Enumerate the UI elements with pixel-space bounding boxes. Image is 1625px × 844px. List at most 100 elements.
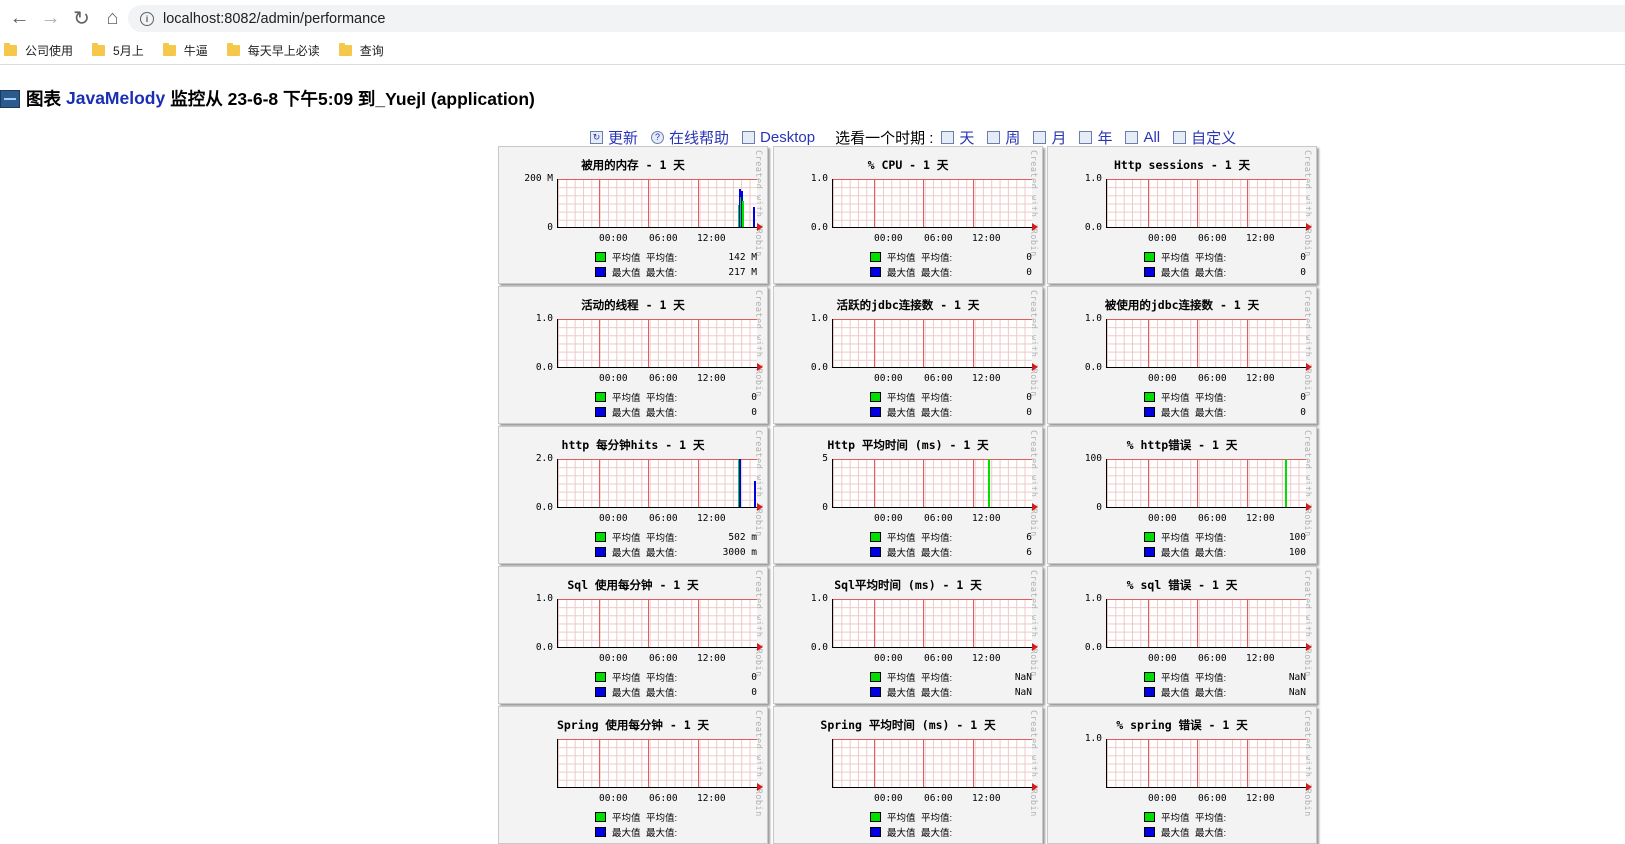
bookmark-folder[interactable]: 5月上	[92, 42, 144, 59]
grid-line	[833, 739, 1032, 740]
x-tick: 00:00	[1148, 653, 1177, 664]
chart-card[interactable]: % http错误 - 1 天 Created with JRobin 100 0 00:…	[1047, 426, 1317, 564]
back-icon[interactable]: ←	[4, 0, 35, 36]
chart-card[interactable]: % spring 错误 - 1 天 Created with JRobin 1.0 0…	[1047, 706, 1317, 844]
bookmark-folder[interactable]: 每天早上必读	[226, 42, 320, 59]
legend-stat: 最大值:	[1195, 548, 1227, 559]
legend-swatch	[1144, 672, 1155, 682]
chart-card[interactable]: http 每分钟hits - 1 天 Created with JRobin 2.0…	[498, 426, 768, 564]
reload-icon[interactable]: ↻	[66, 0, 97, 36]
legend-swatch	[1144, 547, 1155, 557]
address-bar[interactable]: i localhost:8082/admin/performance	[128, 5, 1625, 32]
x-tick: 00:00	[1148, 793, 1177, 804]
grid-line	[1148, 459, 1149, 507]
legend-stat: 最大值:	[646, 548, 678, 559]
grid-line	[558, 319, 757, 320]
grid-line	[923, 459, 924, 507]
folder-icon	[338, 42, 352, 56]
period-year[interactable]: 年	[1079, 127, 1112, 148]
grid-line	[874, 599, 875, 647]
period-week[interactable]: 周	[987, 127, 1020, 148]
grid-line	[973, 739, 974, 787]
chart-plot	[1106, 179, 1312, 231]
desktop-button[interactable]: Desktop	[742, 129, 815, 146]
chart-card[interactable]: 活跃的jdbc连接数 - 1 天 Created with JRobin 1.0 0.…	[773, 286, 1043, 424]
chart-card[interactable]: % sql 错误 - 1 天 Created with JRobin 1.0 0.0 0…	[1047, 566, 1317, 704]
refresh-button[interactable]: ↻ 更新	[590, 127, 638, 148]
legend-swatch	[595, 547, 606, 557]
chart-title: 活动的线程 - 1 天	[581, 298, 685, 312]
legend-name: 平均值	[887, 533, 916, 544]
forward-icon[interactable]: →	[35, 0, 66, 36]
legend-name: 平均值	[887, 393, 916, 404]
javamelody-link[interactable]: JavaMelody	[66, 88, 165, 109]
info-icon[interactable]: i	[140, 11, 154, 26]
legend-max: 最大值 最大值: 3000 m	[595, 545, 757, 559]
grid-line	[1197, 179, 1198, 227]
legend-max: 最大值 最大值: NaN	[1144, 685, 1306, 699]
chart-card[interactable]: Sql平均时间 (ms) - 1 天 Created with JRobin 1.0…	[773, 566, 1043, 704]
bookmark-folder[interactable]: 公司使用	[4, 42, 73, 59]
grid-line	[874, 739, 875, 787]
chart-title: Sql 使用每分钟 - 1 天	[567, 578, 699, 592]
legend-value: NaN	[1288, 686, 1306, 698]
legend-mean: 平均值 平均值: 502 m	[595, 530, 757, 544]
chart-card[interactable]: Http sessions - 1 天 Created with JRobin 1.…	[1047, 146, 1317, 284]
legend-swatch	[595, 827, 606, 837]
chart-card[interactable]: 活动的线程 - 1 天 Created with JRobin 1.0 0.0 00:0…	[498, 286, 768, 424]
chart-card[interactable]: Sql 使用每分钟 - 1 天 Created with JRobin 1.0 0.0…	[498, 566, 768, 704]
chart-card[interactable]: Http 平均时间 (ms) - 1 天 Created with JRobin 5…	[773, 426, 1043, 564]
period-day[interactable]: 天	[941, 127, 974, 148]
x-tick: 06:00	[1198, 513, 1227, 524]
x-tick: 12:00	[972, 793, 1001, 804]
y-tick-max: 1.0	[1084, 733, 1102, 744]
legend-value: 0	[1026, 406, 1032, 418]
legend-value: 0	[751, 671, 757, 683]
calendar-icon	[987, 131, 1001, 144]
period-label-week: 周	[1005, 130, 1021, 147]
chart-plot	[832, 739, 1038, 791]
legend-swatch	[1144, 252, 1155, 262]
legend-name: 最大值	[887, 688, 916, 699]
help-icon: ?	[651, 131, 665, 144]
legend-stat: 最大值:	[646, 408, 678, 419]
chart-card[interactable]: Spring 使用每分钟 - 1 天 Created with JRobin 00:…	[498, 706, 768, 844]
chart-card[interactable]: 被用的内存 - 1 天 Created with JRobin 200 M 0 00:0…	[498, 146, 768, 284]
legend-name: 最大值	[887, 548, 916, 559]
page-title: 图表 JavaMelody 监控从 23-6-8 下午5:09 到_Yuejl …	[0, 86, 535, 111]
legend-name: 平均值	[612, 393, 641, 404]
chart-plot	[557, 599, 763, 651]
period-all[interactable]: All	[1125, 129, 1160, 146]
legend-value: 6	[1026, 531, 1032, 543]
legend-stat: 平均值:	[921, 813, 953, 824]
bookmark-folder[interactable]: 查询	[338, 42, 384, 59]
chart-plot	[1106, 739, 1312, 791]
help-button[interactable]: ? 在线帮助	[651, 127, 729, 148]
home-icon[interactable]: ⌂	[97, 0, 128, 36]
bookmark-folder[interactable]: 牛逼	[162, 42, 208, 59]
chart-bar	[753, 207, 755, 227]
grid-line	[648, 599, 649, 647]
legend-value: 3000 m	[722, 546, 757, 558]
legend-name: 最大值	[612, 688, 641, 699]
legend-name: 平均值	[887, 813, 916, 824]
legend-max: 最大值 最大值: 0	[595, 405, 757, 419]
chart-title: http 每分钟hits - 1 天	[561, 438, 705, 452]
chart-card[interactable]: 被使用的jdbc连接数 - 1 天 Created with JRobin 1.0 0…	[1047, 286, 1317, 424]
chart-card[interactable]: Spring 平均时间 (ms) - 1 天 Created with JRobi…	[773, 706, 1043, 844]
legend-swatch	[1144, 812, 1155, 822]
x-tick: 00:00	[874, 513, 903, 524]
legend-value: 217 M	[728, 266, 757, 278]
legend-swatch	[870, 252, 881, 262]
legend-value: NaN	[1288, 671, 1306, 683]
chart-card[interactable]: % CPU - 1 天 Created with JRobin 1.0 0.0 00:0…	[773, 146, 1043, 284]
period-month[interactable]: 月	[1033, 127, 1066, 148]
x-tick: 00:00	[599, 653, 628, 664]
period-custom[interactable]: 自定义	[1173, 127, 1236, 148]
x-tick: 06:00	[1198, 653, 1227, 664]
y-tick-max: 200 M	[524, 173, 553, 184]
legend-max: 最大值 最大值: 217 M	[595, 265, 757, 279]
legend-swatch	[595, 532, 606, 542]
x-tick: 12:00	[697, 653, 726, 664]
grid-line	[599, 319, 600, 367]
